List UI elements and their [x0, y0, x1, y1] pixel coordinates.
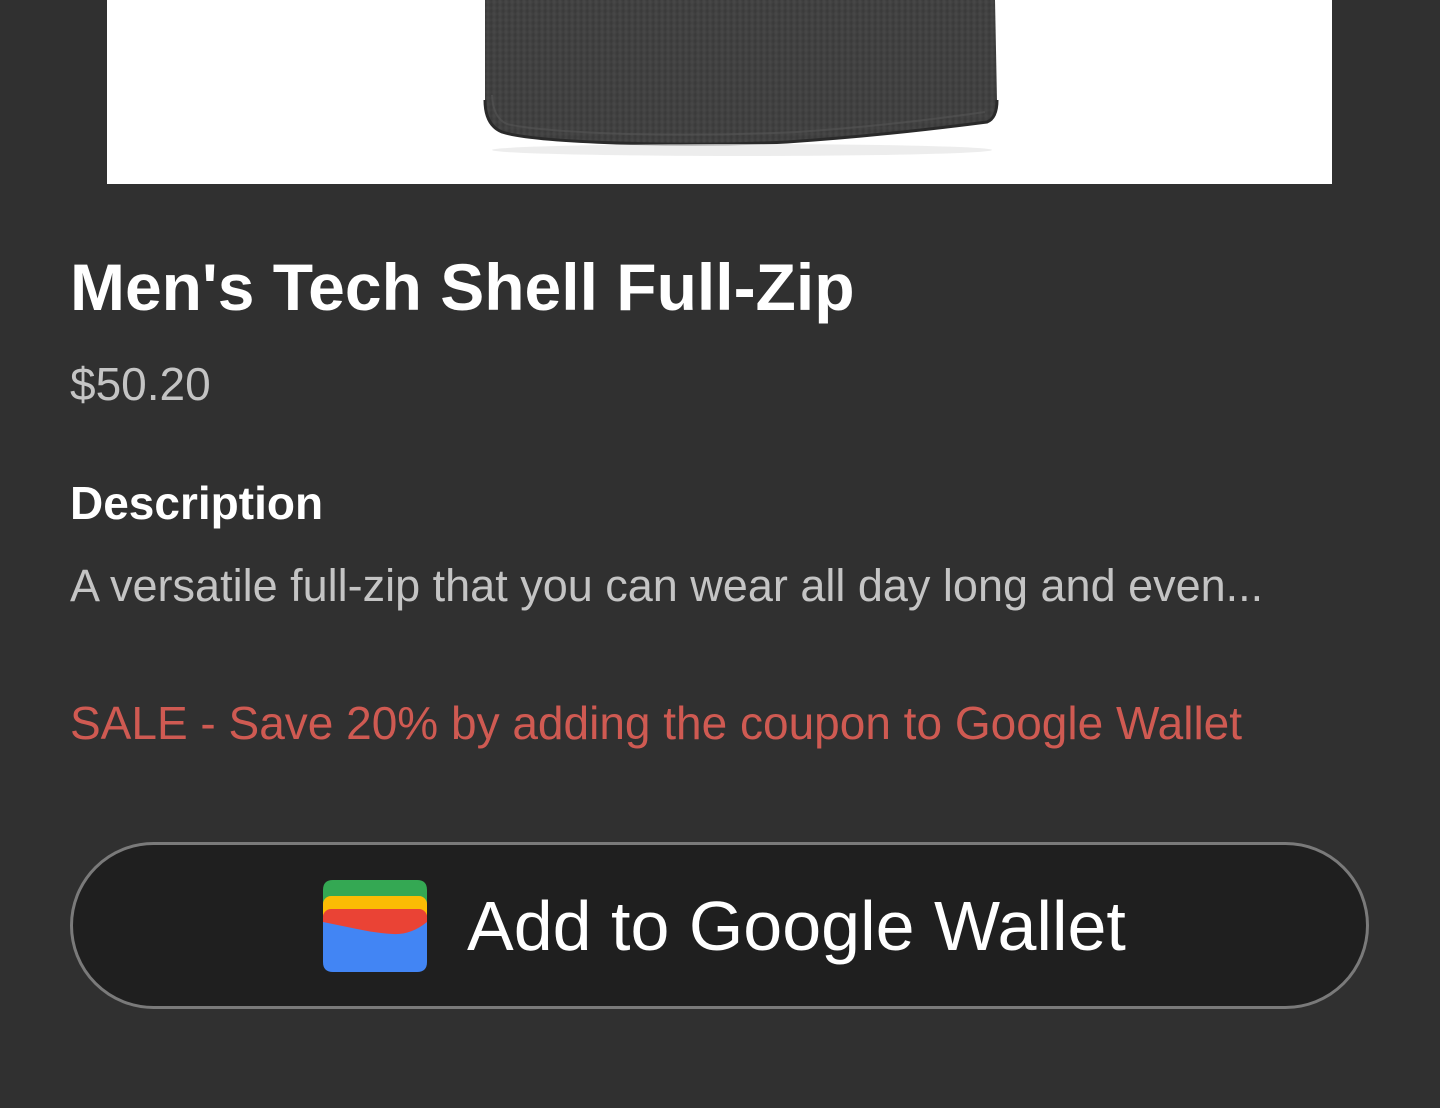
sale-banner: SALE - Save 20% by adding the coupon to …	[70, 697, 1243, 749]
product-detail-page: Men's Tech Shell Full-Zip $50.20 Descrip…	[0, 0, 1440, 1108]
google-wallet-icon	[323, 880, 427, 972]
product-title: Men's Tech Shell Full-Zip	[70, 250, 855, 324]
product-description[interactable]: A versatile full-zip that you can wear a…	[70, 558, 1370, 614]
add-to-google-wallet-button[interactable]: Add to Google Wallet	[70, 842, 1369, 1009]
product-image	[107, 0, 1332, 184]
wallet-button-label: Add to Google Wallet	[467, 887, 1126, 965]
jacket-image	[483, 0, 999, 156]
product-price: $50.20	[70, 358, 211, 410]
description-heading: Description	[70, 477, 324, 529]
